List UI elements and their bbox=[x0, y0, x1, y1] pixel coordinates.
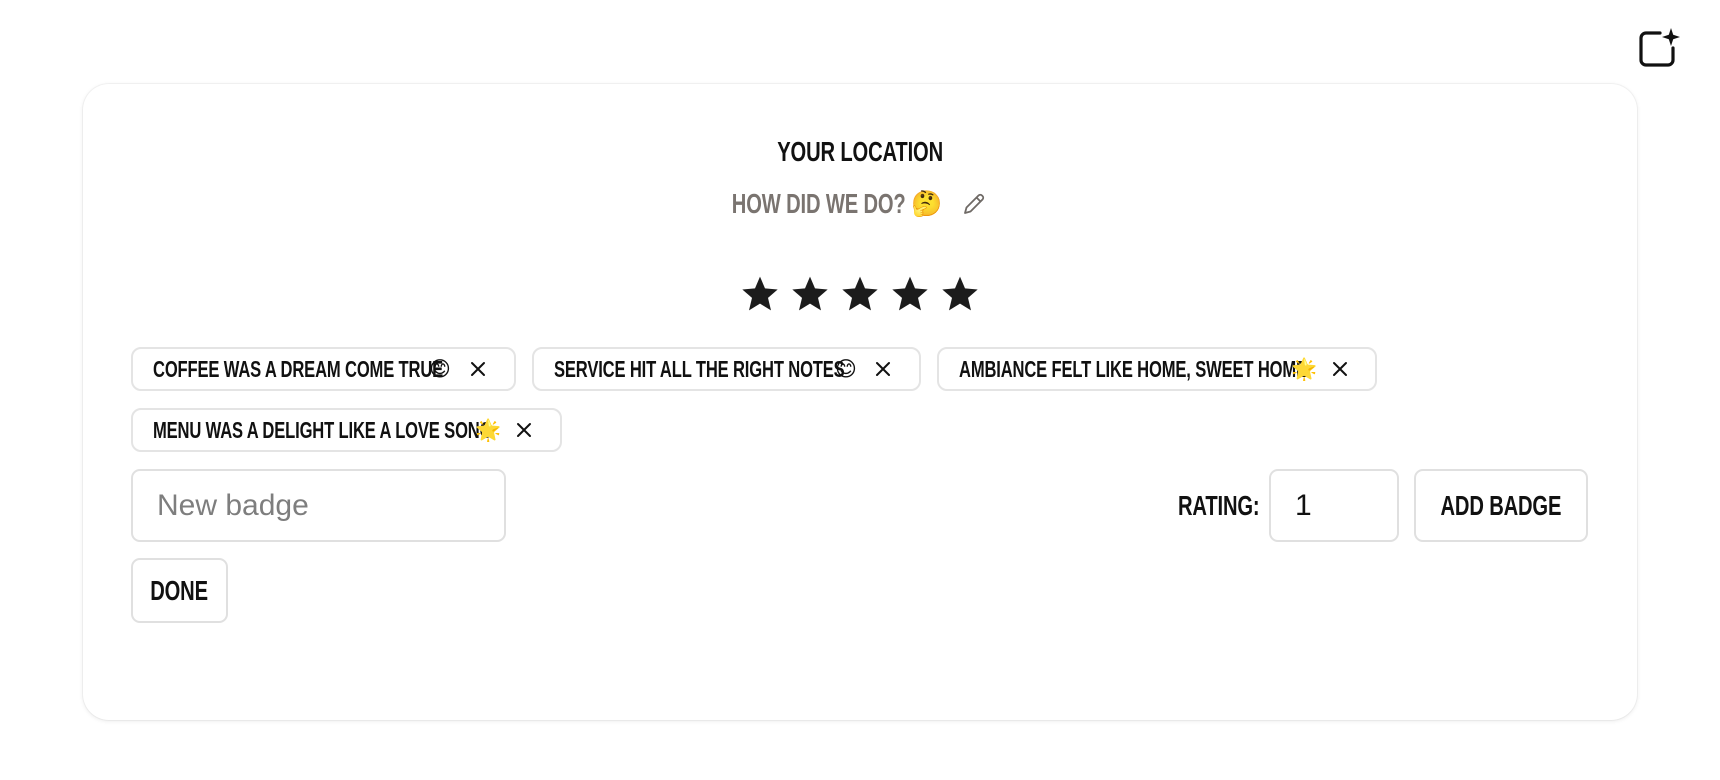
badge-chip: Menu was a delight like a love song 🌟 bbox=[131, 408, 562, 452]
badge-emoji: 🌟 bbox=[1291, 356, 1318, 381]
star-icon[interactable] bbox=[940, 274, 980, 314]
badge-chip: Coffee was a dream come true 😊 bbox=[131, 347, 516, 391]
badge-emoji: 😊 bbox=[429, 357, 451, 381]
badge-chip: Ambiance felt like home, sweet home 🌟 bbox=[937, 347, 1377, 391]
review-card bbox=[83, 84, 1637, 720]
badge-label: Coffee was a dream come true bbox=[153, 355, 444, 382]
star-rating bbox=[0, 274, 1720, 314]
new-chat-sparkle-icon[interactable] bbox=[1634, 24, 1682, 72]
badge-label: Ambiance felt like home, sweet home bbox=[959, 355, 1307, 382]
add-badge-label: Add Badge bbox=[1440, 489, 1562, 521]
add-badge-button[interactable]: Add Badge bbox=[1414, 469, 1588, 542]
location-title-row: Your Location bbox=[0, 136, 1720, 168]
rating-input[interactable] bbox=[1269, 469, 1399, 542]
rating-label: Rating: bbox=[1178, 490, 1260, 521]
pencil-icon[interactable] bbox=[960, 190, 988, 218]
new-badge-input[interactable] bbox=[131, 469, 506, 542]
subtitle-row: How did we do? 🤔 bbox=[0, 188, 1720, 220]
badge-emoji: 🌟 bbox=[475, 417, 502, 442]
close-icon[interactable] bbox=[513, 419, 535, 441]
badge-label: Service hit all the right notes bbox=[554, 355, 845, 382]
done-button[interactable]: Done bbox=[131, 558, 228, 623]
badge-emoji: 😊 bbox=[835, 357, 857, 381]
location-title: Your Location bbox=[777, 136, 943, 167]
badge-chip: Service hit all the right notes 😊 bbox=[532, 347, 921, 391]
thinking-emoji: 🤔 bbox=[911, 189, 943, 218]
star-icon[interactable] bbox=[740, 274, 780, 314]
badge-label: Menu was a delight like a love song bbox=[153, 416, 493, 443]
close-icon[interactable] bbox=[467, 358, 489, 380]
close-icon[interactable] bbox=[1329, 358, 1351, 380]
close-icon[interactable] bbox=[872, 358, 894, 380]
review-subtitle: How did we do? bbox=[731, 188, 906, 219]
done-label: Done bbox=[150, 574, 209, 606]
star-icon[interactable] bbox=[840, 274, 880, 314]
star-icon[interactable] bbox=[890, 274, 930, 314]
star-icon[interactable] bbox=[790, 274, 830, 314]
